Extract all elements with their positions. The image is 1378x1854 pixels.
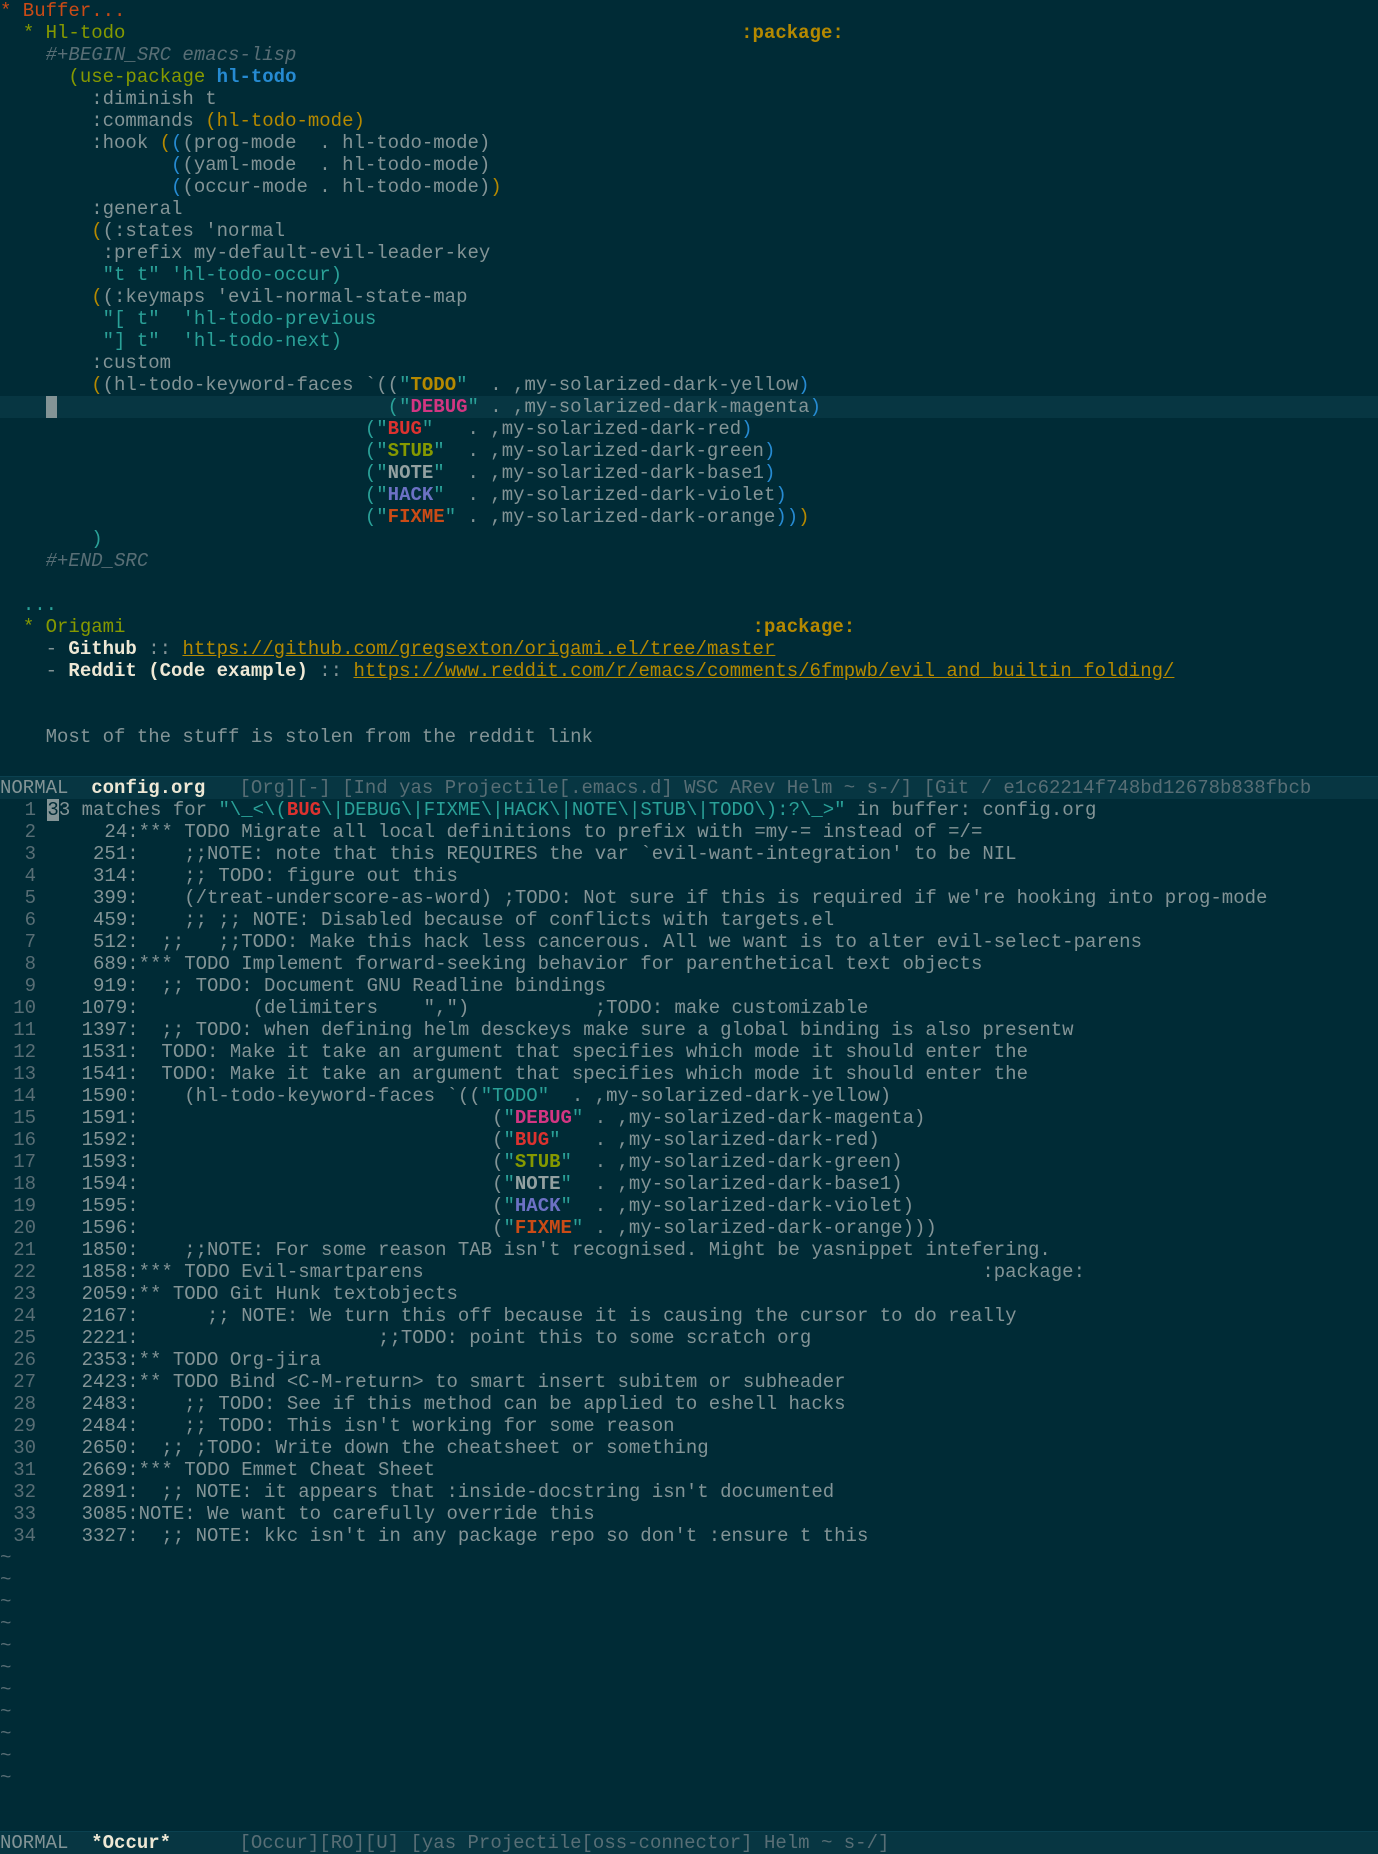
code-line: :diminish t — [91, 88, 217, 110]
empty-line-marker: ~ — [0, 1723, 12, 1745]
code-line: ((hl-todo-keyword-faces `(("TODO" . ,my-… — [91, 374, 810, 396]
code-line: ) — [91, 528, 103, 550]
code-line: ((yaml-mode . hl-todo-mode) — [171, 154, 491, 176]
occur-match-line[interactable]: 23 2059:** TODO Git Hunk textobjects — [0, 1283, 1378, 1305]
occur-match-line[interactable]: 28 2483: ;; TODO: See if this method can… — [0, 1393, 1378, 1415]
empty-line-marker: ~ — [0, 1679, 12, 1701]
occur-match-line[interactable]: 18 1594: ("NOTE" . ,my-solarized-dark-ba… — [0, 1173, 1378, 1195]
empty-line-marker: ~ — [0, 1613, 12, 1635]
code-line: ("NOTE" . ,my-solarized-dark-base1) — [364, 462, 776, 484]
current-line: ("DEBUG" . ,my-solarized-dark-magenta) — [0, 396, 1378, 418]
occur-match-line[interactable]: 27 2423:** TODO Bind <C-M-return> to sma… — [0, 1371, 1378, 1393]
occur-match-line[interactable]: 2 24:*** TODO Migrate all local definiti… — [0, 821, 1378, 843]
occur-match-line[interactable]: 10 1079: (delimiters ",") ;TODO: make cu… — [0, 997, 1378, 1019]
begin-src-line: #+BEGIN_SRC emacs-lisp — [45, 44, 297, 66]
occur-match-line[interactable]: 13 1541: TODO: Make it take an argument … — [0, 1063, 1378, 1085]
empty-line-marker: ~ — [0, 1657, 12, 1679]
reddit-link[interactable]: https://www.reddit.com/r/emacs/comments/… — [353, 660, 1174, 682]
code-line: :hook (((prog-mode . hl-todo-mode) — [91, 132, 491, 154]
occur-match-line[interactable]: 7 512: ;; ;;TODO: Make this hack less ca… — [0, 931, 1378, 953]
occur-match-line[interactable]: 8 689:*** TODO Implement forward-seeking… — [0, 953, 1378, 975]
empty-line-marker: ~ — [0, 1745, 12, 1767]
modeline-buffer-name: config.org — [91, 777, 206, 799]
code-line: "] t" 'hl-todo-next) — [102, 330, 343, 352]
package-tag: :package: — [752, 616, 856, 638]
code-line: ("HACK" . ,my-solarized-dark-violet) — [364, 484, 787, 506]
modeline-info: [Occur][RO][U] [yas Projectile[oss-conne… — [171, 1832, 890, 1854]
empty-line-marker: ~ — [0, 1591, 12, 1613]
occur-match-line[interactable]: 16 1592: ("BUG" . ,my-solarized-dark-red… — [0, 1129, 1378, 1151]
code-line: ("BUG" . ,my-solarized-dark-red) — [364, 418, 753, 440]
code-line: :prefix my-default-evil-leader-key — [102, 242, 491, 264]
heading-buffer[interactable]: * Buffer... — [0, 0, 1378, 22]
occur-match-line[interactable]: 6 459: ;; ;; NOTE: Disabled because of c… — [0, 909, 1378, 931]
occur-match-line[interactable]: 9 919: ;; TODO: Document GNU Readline bi… — [0, 975, 1378, 997]
modeline-info: [Org][-] [Ind yas Projectile[.emacs.d] W… — [205, 777, 1312, 799]
heading-hl-todo[interactable]: * Hl-todo :package: — [0, 22, 1378, 44]
heading-origami[interactable]: * Origami :package: — [0, 616, 1378, 638]
occur-match-line[interactable]: 4 314: ;; TODO: figure out this — [0, 865, 1378, 887]
package-tag: :package: — [741, 22, 844, 44]
empty-line-marker: ~ — [0, 1767, 12, 1789]
code-line: ((occur-mode . hl-todo-mode)) — [171, 176, 502, 198]
occur-match-line[interactable]: 22 1858:*** TODO Evil-smartparens :packa… — [0, 1261, 1378, 1283]
occur-match-line[interactable]: 17 1593: ("STUB" . ,my-solarized-dark-gr… — [0, 1151, 1378, 1173]
occur-match-line[interactable]: 11 1397: ;; TODO: when defining helm des… — [0, 1019, 1378, 1041]
folded-ellipsis: ... — [22, 594, 58, 616]
occur-match-line[interactable]: 30 2650: ;; ;TODO: Write down the cheats… — [0, 1437, 1378, 1459]
body-text: Most of the stuff is stolen from the red… — [45, 726, 593, 748]
github-item: - Github :: https://github.com/gregsexto… — [0, 638, 776, 660]
occur-match-line[interactable]: 15 1591: ("DEBUG" . ,my-solarized-dark-m… — [0, 1107, 1378, 1129]
empty-line-marker: ~ — [0, 1547, 12, 1569]
occur-match-line[interactable]: 32 2891: ;; NOTE: it appears that :insid… — [0, 1481, 1378, 1503]
occur-header: 1 33 matches for "\_<\(BUG\|DEBUG\|FIXME… — [24, 799, 1097, 821]
occur-match-line[interactable]: 21 1850: ;;NOTE: For some reason TAB isn… — [0, 1239, 1378, 1261]
occur-match-line[interactable]: 12 1531: TODO: Make it take an argument … — [0, 1041, 1378, 1063]
empty-line-marker: ~ — [0, 1569, 12, 1591]
code-line: (use-package hl-todo — [68, 66, 297, 88]
occur-match-line[interactable]: 33 3085:NOTE: We want to carefully overr… — [0, 1503, 1378, 1525]
code-line: :custom — [91, 352, 172, 374]
config-org-buffer[interactable]: * Buffer... * Hl-todo :package: #+BEGIN_… — [0, 0, 1378, 776]
occur-buffer[interactable]: 1 33 matches for "\_<\(BUG\|DEBUG\|FIXME… — [0, 799, 1378, 1831]
code-line: ("STUB" . ,my-solarized-dark-green) — [364, 440, 776, 462]
code-line: :commands (hl-todo-mode) — [91, 110, 365, 132]
occur-match-line[interactable]: 19 1595: ("HACK" . ,my-solarized-dark-vi… — [0, 1195, 1378, 1217]
empty-line-marker: ~ — [0, 1635, 12, 1657]
modeline-buffer-name: *Occur* — [91, 1832, 172, 1854]
reddit-item: - Reddit (Code example) :: https://www.r… — [0, 660, 1175, 682]
code-line: "t t" 'hl-todo-occur) — [102, 264, 343, 286]
cursor: 3 — [47, 799, 59, 821]
cursor — [45, 396, 58, 418]
code-line: ((:keymaps 'evil-normal-state-map — [91, 286, 468, 308]
occur-match-line[interactable]: 20 1596: ("FIXME" . ,my-solarized-dark-o… — [0, 1217, 1378, 1239]
occur-match-line[interactable]: 26 2353:** TODO Org-jira — [0, 1349, 1378, 1371]
end-src-line: #+END_SRC — [45, 550, 149, 572]
modeline-config-org[interactable]: NORMAL config.org [Org][-] [Ind yas Proj… — [0, 776, 1378, 799]
evil-state: NORMAL — [0, 777, 69, 799]
code-line: ((:states 'normal — [91, 220, 286, 242]
evil-state: NORMAL — [0, 1832, 69, 1854]
occur-match-line[interactable]: 3 251: ;;NOTE: note that this REQUIRES t… — [0, 843, 1378, 865]
occur-match-line[interactable]: 29 2484: ;; TODO: This isn't working for… — [0, 1415, 1378, 1437]
occur-match-line[interactable]: 5 399: (/treat-underscore-as-word) ;TODO… — [0, 887, 1378, 909]
code-line: ("FIXME" . ,my-solarized-dark-orange))) — [364, 506, 810, 528]
occur-match-line[interactable]: 25 2221: ;;TODO: point this to some scra… — [0, 1327, 1378, 1349]
occur-match-line[interactable]: 34 3327: ;; NOTE: kkc isn't in any packa… — [0, 1525, 1378, 1547]
occur-match-line[interactable]: 31 2669:*** TODO Emmet Cheat Sheet — [0, 1459, 1378, 1481]
github-link[interactable]: https://github.com/gregsexton/origami.el… — [182, 638, 775, 660]
empty-line-marker: ~ — [0, 1701, 12, 1723]
code-line: "[ t" 'hl-todo-previous — [102, 308, 377, 330]
occur-match-line[interactable]: 14 1590: (hl-todo-keyword-faces `(("TODO… — [0, 1085, 1378, 1107]
code-line: :general — [91, 198, 183, 220]
modeline-occur[interactable]: NORMAL *Occur* [Occur][RO][U] [yas Proje… — [0, 1831, 1378, 1854]
occur-match-line[interactable]: 24 2167: ;; NOTE: We turn this off becau… — [0, 1305, 1378, 1327]
